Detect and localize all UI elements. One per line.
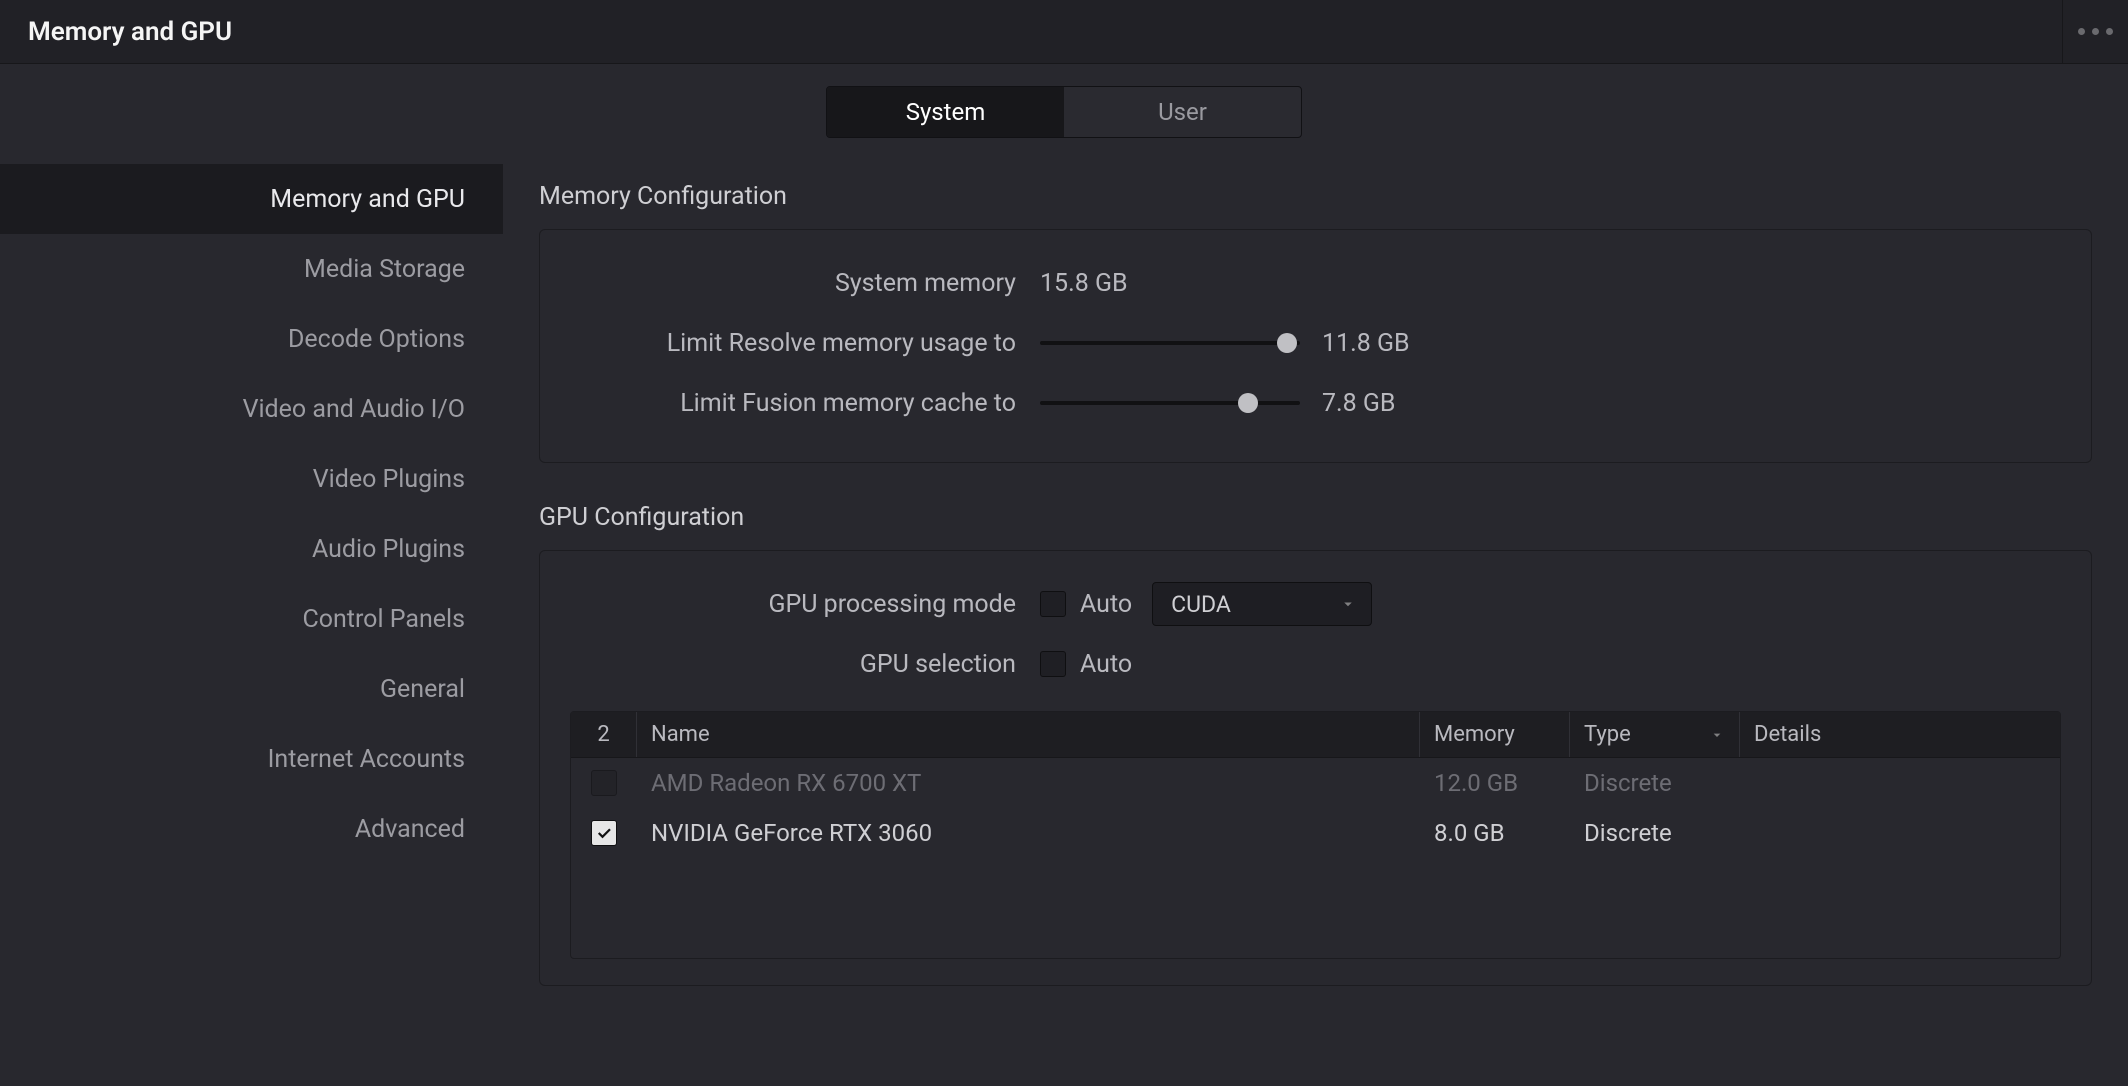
resolve-memory-row: Limit Resolve memory usage to 11.8 GB — [570, 316, 2061, 370]
system-memory-value: 15.8 GB — [1040, 269, 1128, 298]
sidebar-item-audio-plugins[interactable]: Audio Plugins — [0, 514, 503, 584]
gpu-row-type: Discrete — [1570, 808, 1740, 858]
gpu-name-header[interactable]: Name — [637, 712, 1420, 757]
sidebar-item-decode-options[interactable]: Decode Options — [0, 304, 503, 374]
resolve-memory-label: Limit Resolve memory usage to — [570, 329, 1040, 358]
sidebar-item-internet-accounts[interactable]: Internet Accounts — [0, 724, 503, 794]
sidebar-item-video-plugins[interactable]: Video Plugins — [0, 444, 503, 514]
memory-panel: System memory 15.8 GB Limit Resolve memo… — [539, 229, 2092, 463]
dot-icon — [2078, 28, 2085, 35]
sidebar-item-label: Advanced — [355, 815, 465, 844]
gpu-row-details — [1740, 758, 2060, 808]
gpu-row-type: Discrete — [1570, 758, 1740, 808]
gpu-row-details — [1740, 808, 2060, 858]
sidebar-item-label: General — [380, 675, 465, 704]
slider-thumb[interactable] — [1238, 393, 1258, 413]
gpu-mode-row: GPU processing mode Auto CUDA — [570, 577, 2061, 631]
gpu-selection-auto-label: Auto — [1080, 650, 1132, 679]
gpu-table-body: AMD Radeon RX 6700 XT 12.0 GB Discrete N… — [571, 758, 2060, 958]
slider-thumb[interactable] — [1277, 333, 1297, 353]
main-content: Memory Configuration System memory 15.8 … — [503, 158, 2128, 1086]
sidebar-item-general[interactable]: General — [0, 654, 503, 724]
sidebar-item-label: Video and Audio I/O — [243, 395, 465, 424]
titlebar-title: Memory and GPU — [28, 17, 232, 47]
gpu-table: 2 Name Memory Type Details — [570, 711, 2061, 959]
gpu-type-header[interactable]: Type — [1570, 712, 1740, 757]
fusion-memory-row: Limit Fusion memory cache to 7.8 GB — [570, 376, 2061, 430]
gpu-mode-select-value: CUDA — [1171, 591, 1231, 618]
gpu-row-memory: 8.0 GB — [1420, 808, 1570, 858]
gpu-row-memory: 12.0 GB — [1420, 758, 1570, 808]
gpu-mode-auto-label: Auto — [1080, 590, 1132, 619]
sidebar-item-label: Memory and GPU — [270, 185, 465, 214]
system-memory-label: System memory — [570, 269, 1040, 298]
gpu-mode-label: GPU processing mode — [570, 590, 1040, 619]
sidebar-item-advanced[interactable]: Advanced — [0, 794, 503, 864]
resolve-memory-value: 11.8 GB — [1322, 329, 1410, 358]
chevron-down-icon — [1709, 727, 1725, 743]
sidebar-item-label: Audio Plugins — [312, 535, 465, 564]
fusion-memory-slider[interactable] — [1040, 401, 1300, 405]
gpu-row-name: AMD Radeon RX 6700 XT — [637, 758, 1420, 808]
sidebar-item-memory-and-gpu[interactable]: Memory and GPU — [0, 164, 503, 234]
gpu-memory-header[interactable]: Memory — [1420, 712, 1570, 757]
gpu-section-title: GPU Configuration — [539, 503, 2092, 532]
sidebar-item-label: Media Storage — [304, 255, 465, 284]
gpu-panel: GPU processing mode Auto CUDA GPU select… — [539, 550, 2092, 986]
dot-icon — [2106, 28, 2113, 35]
gpu-row-checkbox[interactable] — [591, 770, 617, 796]
gpu-type-header-label: Type — [1584, 722, 1631, 747]
dot-icon — [2092, 28, 2099, 35]
check-icon — [595, 824, 613, 842]
sidebar-item-label: Internet Accounts — [268, 745, 465, 774]
gpu-row-checkbox[interactable] — [591, 820, 617, 846]
gpu-row[interactable]: NVIDIA GeForce RTX 3060 8.0 GB Discrete — [571, 808, 2060, 858]
gpu-details-header[interactable]: Details — [1740, 712, 2060, 757]
top-tabs-row: System User — [0, 64, 2128, 158]
gpu-selection-row: GPU selection Auto — [570, 637, 2061, 691]
gpu-selection-label: GPU selection — [570, 650, 1040, 679]
memory-section-title: Memory Configuration — [539, 182, 2092, 211]
sidebar-item-label: Video Plugins — [313, 465, 465, 494]
gpu-selection-auto-checkbox[interactable] — [1040, 651, 1066, 677]
top-tabs: System User — [826, 86, 1302, 138]
gpu-mode-select[interactable]: CUDA — [1152, 582, 1372, 626]
gpu-row-name: NVIDIA GeForce RTX 3060 — [637, 808, 1420, 858]
sidebar-item-media-storage[interactable]: Media Storage — [0, 234, 503, 304]
sidebar-item-video-and-audio-io[interactable]: Video and Audio I/O — [0, 374, 503, 444]
fusion-memory-value: 7.8 GB — [1322, 389, 1396, 418]
gpu-count-header: 2 — [571, 712, 637, 757]
gpu-table-header: 2 Name Memory Type Details — [571, 712, 2060, 758]
sidebar-item-label: Control Panels — [302, 605, 465, 634]
resolve-memory-slider[interactable] — [1040, 341, 1300, 345]
more-menu-button[interactable] — [2062, 0, 2122, 64]
sidebar: Memory and GPU Media Storage Decode Opti… — [0, 158, 503, 1086]
sidebar-item-label: Decode Options — [288, 325, 465, 354]
gpu-mode-auto-checkbox[interactable] — [1040, 591, 1066, 617]
sidebar-item-control-panels[interactable]: Control Panels — [0, 584, 503, 654]
tab-user[interactable]: User — [1064, 87, 1301, 137]
gpu-row[interactable]: AMD Radeon RX 6700 XT 12.0 GB Discrete — [571, 758, 2060, 808]
tab-system[interactable]: System — [827, 87, 1064, 137]
titlebar: Memory and GPU — [0, 0, 2128, 64]
fusion-memory-label: Limit Fusion memory cache to — [570, 389, 1040, 418]
system-memory-row: System memory 15.8 GB — [570, 256, 2061, 310]
body: Memory and GPU Media Storage Decode Opti… — [0, 158, 2128, 1086]
chevron-down-icon — [1339, 595, 1357, 613]
